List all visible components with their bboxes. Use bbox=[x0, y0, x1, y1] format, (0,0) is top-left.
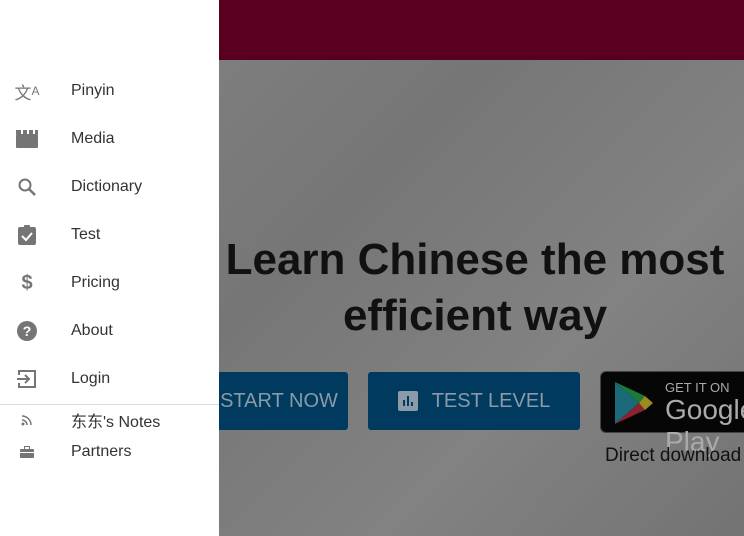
translate-icon: 文A bbox=[14, 83, 40, 103]
help-icon: ? bbox=[16, 320, 38, 342]
hero-title: Learn Chinese the most efficient way bbox=[225, 235, 725, 340]
movie-icon bbox=[16, 128, 38, 150]
search-icon bbox=[16, 176, 38, 198]
google-play-badge[interactable]: GET IT ON Google Play bbox=[600, 371, 744, 457]
drawer-item-pinyin[interactable]: 文 A Pinyin bbox=[0, 71, 219, 111]
dollar-icon: $ bbox=[21, 271, 33, 294]
google-play-icon bbox=[615, 382, 653, 424]
rss-icon bbox=[16, 409, 38, 431]
briefcase-icon bbox=[16, 441, 38, 463]
bar-chart-icon bbox=[397, 391, 418, 411]
drawer-item-partners[interactable]: Partners bbox=[0, 433, 219, 471]
drawer-item-test[interactable]: Test bbox=[0, 215, 219, 255]
login-icon bbox=[16, 368, 38, 390]
drawer-item-pricing[interactable]: $ Pricing bbox=[0, 263, 219, 303]
drawer-item-media[interactable]: Media bbox=[0, 119, 219, 159]
nav-drawer: 文 A Pinyin Media Dictionary Test $ Pricing … bbox=[0, 0, 219, 536]
test-level-button[interactable]: TEST LEVEL bbox=[368, 372, 580, 430]
drawer-item-login[interactable]: Login bbox=[0, 359, 219, 399]
drawer-item-dictionary[interactable]: Dictionary bbox=[0, 167, 219, 207]
svg-text:?: ? bbox=[23, 323, 32, 339]
assignment-check-icon bbox=[16, 224, 38, 246]
drawer-item-about[interactable]: ? About bbox=[0, 311, 219, 351]
direct-download-link[interactable]: Direct download bbox=[605, 445, 741, 467]
